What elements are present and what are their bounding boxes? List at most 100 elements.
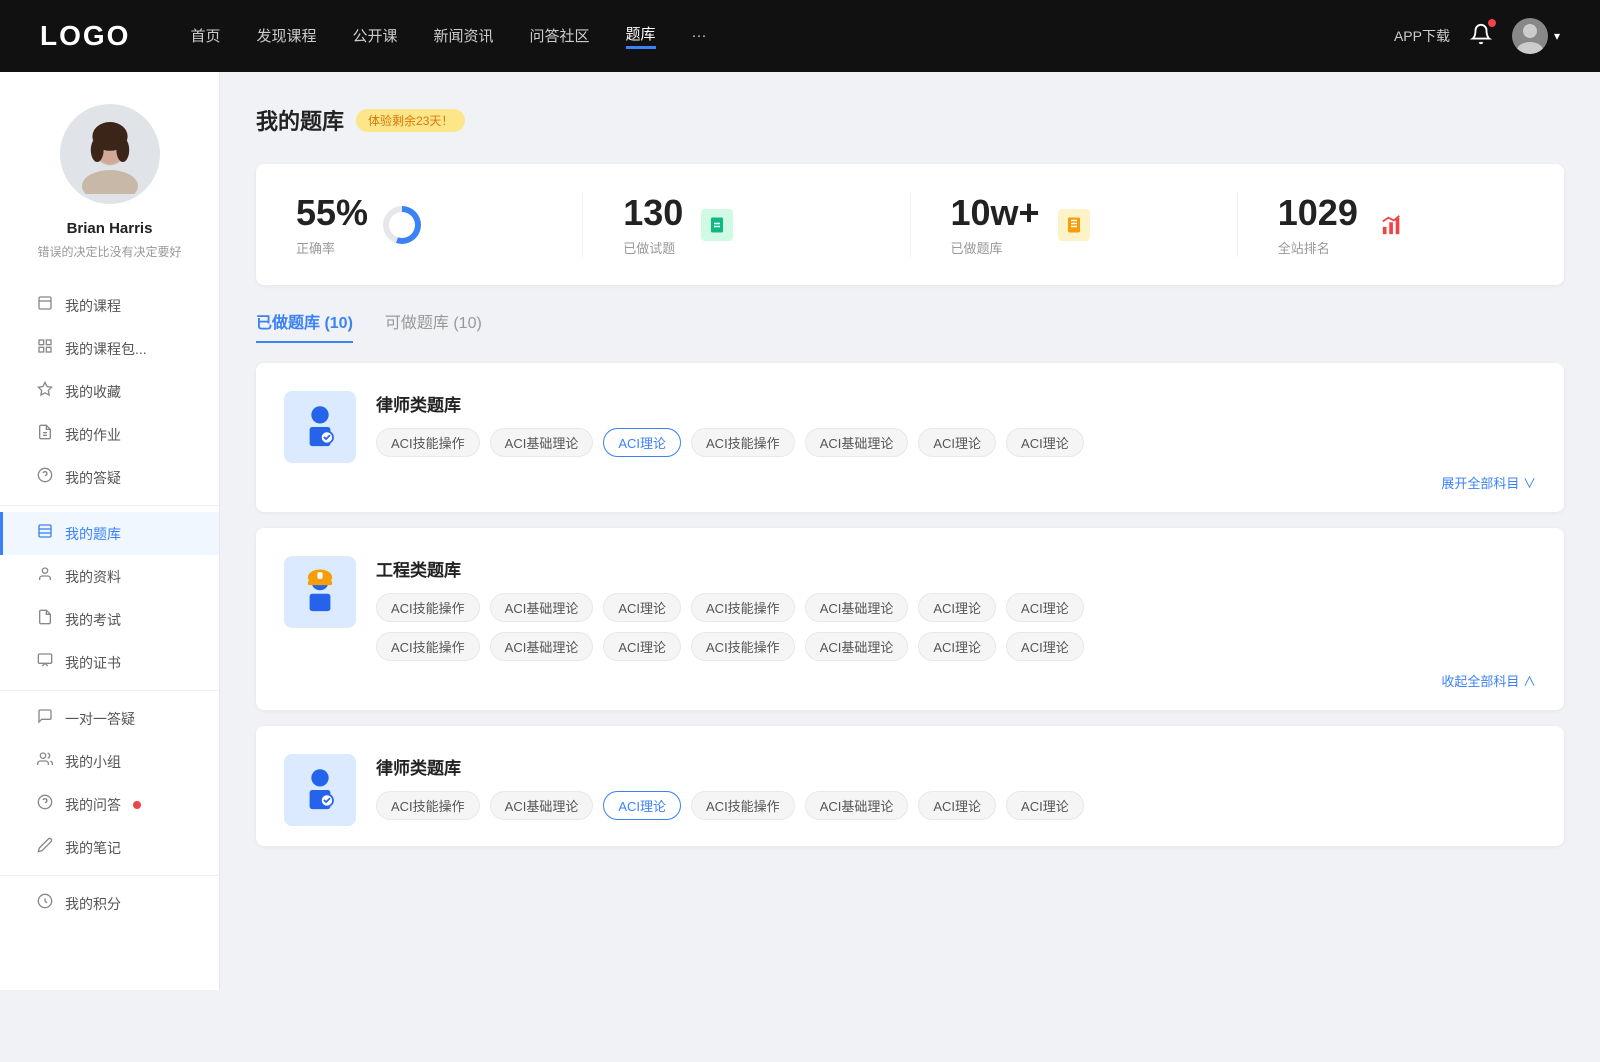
tag-3-3[interactable]: ACI技能操作 [691,791,795,820]
qbank-card-3: 律师类题库 ACI技能操作 ACI基础理论 ACI理论 ACI技能操作 ACI基… [256,726,1564,846]
nav-more[interactable]: ··· [692,27,707,46]
qbank-info-2: 工程类题库 ACI技能操作 ACI基础理论 ACI理论 ACI技能操作 ACI基… [376,556,1536,661]
sidebar-item-qa[interactable]: 我的答疑 [0,456,219,499]
sidebar-item-myqa[interactable]: 我的问答 [0,783,219,826]
qbank-info-3: 律师类题库 ACI技能操作 ACI基础理论 ACI理论 ACI技能操作 ACI基… [376,754,1536,820]
tag-row-3: ACI技能操作 ACI基础理论 ACI理论 ACI技能操作 ACI基础理论 AC… [376,791,1536,820]
page-title: 我的题库 [256,104,344,136]
tag-1-3[interactable]: ACI技能操作 [691,428,795,457]
sidebar-menu: 我的课程 我的课程包... 我的收藏 我的作业 [0,284,219,925]
ranking-value: 1029 [1278,192,1358,234]
sidebar-label-qa: 我的答疑 [65,468,121,488]
sidebar-item-profile[interactable]: 我的资料 [0,555,219,598]
tag-3-2[interactable]: ACI理论 [603,791,681,820]
notification-bell[interactable] [1470,23,1492,50]
done-q-icon [697,205,737,245]
sidebar-item-group[interactable]: 我的小组 [0,740,219,783]
expand-link-1[interactable]: 展开全部科目 ∨ [284,473,1536,492]
tag-1-6[interactable]: ACI理论 [1006,428,1084,457]
stat-done-questions: 130 已做试题 [583,192,910,257]
qbank-name-1: 律师类题库 [376,391,1536,416]
tag-2a-2[interactable]: ACI理论 [603,593,681,622]
ranking-info: 1029 全站排名 [1278,192,1358,257]
main-container: Brian Harris 错误的决定比没有决定要好 我的课程 我的课程包... … [0,72,1600,990]
sidebar-item-favorites[interactable]: 我的收藏 [0,370,219,413]
page-header: 我的题库 体验剩余23天！ [256,104,1564,136]
done-q-value: 130 [623,192,683,234]
sidebar-item-courses[interactable]: 我的课程 [0,284,219,327]
nav-discover[interactable]: 发现课程 [256,25,316,48]
red-chart-icon [1376,209,1408,241]
sidebar: Brian Harris 错误的决定比没有决定要好 我的课程 我的课程包... … [0,72,220,990]
ranking-label: 全站排名 [1278,238,1358,257]
sidebar-item-course-package[interactable]: 我的课程包... [0,327,219,370]
logo[interactable]: LOGO [40,20,130,52]
sidebar-label-course-package: 我的课程包... [65,339,147,359]
tag-row-2a: ACI技能操作 ACI基础理论 ACI理论 ACI技能操作 ACI基础理论 AC… [376,593,1536,622]
tag-1-2[interactable]: ACI理论 [603,428,681,457]
qbank-card-2: 工程类题库 ACI技能操作 ACI基础理论 ACI理论 ACI技能操作 ACI基… [256,528,1564,710]
tag-1-1[interactable]: ACI基础理论 [490,428,594,457]
nav-open-course[interactable]: 公开课 [352,25,397,48]
tag-2a-4[interactable]: ACI基础理论 [805,593,909,622]
tag-2a-0[interactable]: ACI技能操作 [376,593,480,622]
tag-2a-3[interactable]: ACI技能操作 [691,593,795,622]
tag-2b-2[interactable]: ACI理论 [603,632,681,661]
tag-2b-0[interactable]: ACI技能操作 [376,632,480,661]
qbank-icon [35,523,55,544]
done-b-value: 10w+ [951,192,1040,234]
nav-news[interactable]: 新闻资讯 [434,25,494,48]
sidebar-label-homework: 我的作业 [65,425,121,445]
tag-1-5[interactable]: ACI理论 [918,428,996,457]
chevron-down-icon: ▾ [1554,29,1560,43]
sidebar-label-notes: 我的笔记 [65,838,121,858]
user-avatar [60,104,160,204]
qbank-icon-lawyer-2 [284,754,356,826]
sidebar-label-exam: 我的考试 [65,610,121,630]
tab-done[interactable]: 已做题库 (10) [256,309,353,343]
nav-question-bank[interactable]: 题库 [626,23,656,49]
sidebar-label-1on1: 一对一答疑 [65,709,135,729]
orange-doc-icon [1058,209,1090,241]
sidebar-label-profile: 我的资料 [65,567,121,587]
course-package-icon [35,338,55,359]
tag-3-5[interactable]: ACI理论 [918,791,996,820]
tag-3-0[interactable]: ACI技能操作 [376,791,480,820]
tag-2b-3[interactable]: ACI技能操作 [691,632,795,661]
tag-2b-5[interactable]: ACI理论 [918,632,996,661]
tag-1-0[interactable]: ACI技能操作 [376,428,480,457]
done-b-info: 10w+ 已做题库 [951,192,1040,257]
tag-1-4[interactable]: ACI基础理论 [805,428,909,457]
app-download-btn[interactable]: APP下载 [1394,26,1450,46]
qa-icon [35,467,55,488]
sidebar-item-exam[interactable]: 我的考试 [0,598,219,641]
stat-done-banks: 10w+ 已做题库 [911,192,1238,257]
sidebar-item-homework[interactable]: 我的作业 [0,413,219,456]
tag-2b-1[interactable]: ACI基础理论 [490,632,594,661]
profile-icon [35,566,55,587]
tag-2b-4[interactable]: ACI基础理论 [805,632,909,661]
sidebar-item-cert[interactable]: 我的证书 [0,641,219,684]
sidebar-label-favorites: 我的收藏 [65,382,121,402]
accuracy-label: 正确率 [296,238,368,257]
divider-2 [0,690,219,691]
user-motto: 错误的决定比没有决定要好 [21,243,197,260]
sidebar-item-1on1[interactable]: 一对一答疑 [0,697,219,740]
exam-icon [35,609,55,630]
sidebar-item-points[interactable]: 我的积分 [0,882,219,925]
tag-2a-1[interactable]: ACI基础理论 [490,593,594,622]
tag-2a-5[interactable]: ACI理论 [918,593,996,622]
tag-2b-6[interactable]: ACI理论 [1006,632,1084,661]
nav-home[interactable]: 首页 [190,25,220,48]
collapse-link-2[interactable]: 收起全部科目 ∧ [284,671,1536,690]
tab-todo[interactable]: 可做题库 (10) [385,309,482,343]
tag-3-1[interactable]: ACI基础理论 [490,791,594,820]
tag-3-4[interactable]: ACI基础理论 [805,791,909,820]
tag-2a-6[interactable]: ACI理论 [1006,593,1084,622]
user-avatar-nav[interactable]: ▾ [1512,18,1560,54]
tag-3-6[interactable]: ACI理论 [1006,791,1084,820]
sidebar-item-qbank[interactable]: 我的题库 [0,512,219,555]
sidebar-item-notes[interactable]: 我的笔记 [0,826,219,869]
notes-icon [35,837,55,858]
nav-qa[interactable]: 问答社区 [530,25,590,48]
